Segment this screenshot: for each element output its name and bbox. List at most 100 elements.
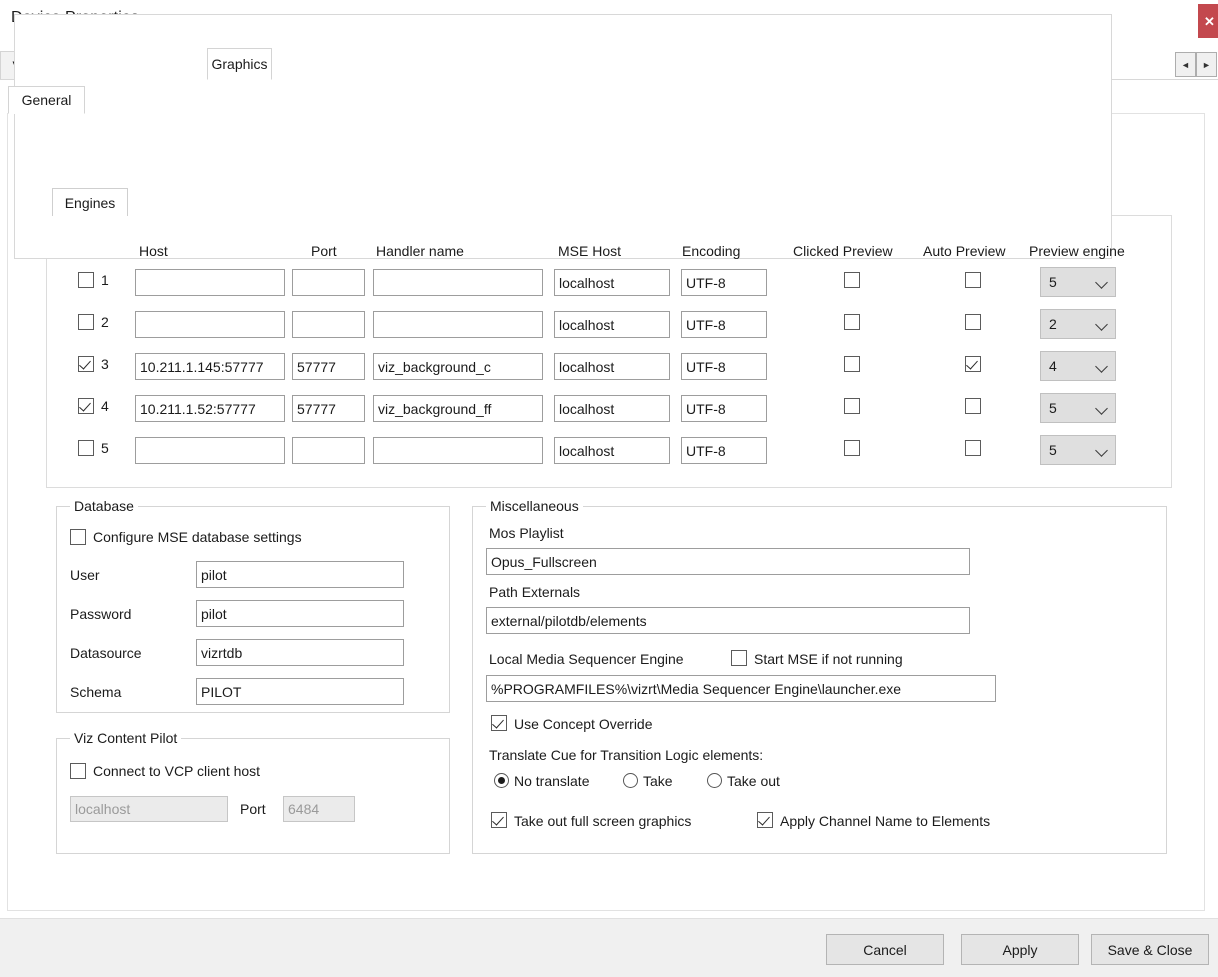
path-externals-label: Path Externals xyxy=(489,584,580,600)
column-header-handler-name: Handler name xyxy=(376,243,464,259)
subtab-general[interactable]: General xyxy=(8,86,85,114)
engine-preview-engine-value: 5 xyxy=(1049,400,1057,416)
engine-preview-engine-combobox-2[interactable]: 2 xyxy=(1040,309,1116,339)
configure-mse-database-checkbox[interactable] xyxy=(70,529,86,545)
engine-encoding-input-3[interactable] xyxy=(681,353,767,380)
engine-handler-name-input-4[interactable] xyxy=(373,395,543,422)
path-externals-input[interactable] xyxy=(486,607,970,634)
engine-port-input-2[interactable] xyxy=(292,311,365,338)
engine-port-input-3[interactable] xyxy=(292,353,365,380)
mos-playlist-input[interactable] xyxy=(486,548,970,575)
local-mse-label: Local Media Sequencer Engine xyxy=(489,651,684,667)
take-out-fullscreen-checkbox[interactable] xyxy=(491,812,507,828)
engines-tab[interactable]: Engines xyxy=(52,188,128,216)
subtab-label: General xyxy=(22,92,72,108)
engine-auto-preview-checkbox-3[interactable] xyxy=(965,356,981,372)
start-mse-label: Start MSE if not running xyxy=(754,651,903,667)
tab-graphics[interactable]: Graphics xyxy=(207,48,272,80)
engine-mse-host-input-3[interactable] xyxy=(554,353,670,380)
engine-enabled-checkbox-2[interactable] xyxy=(78,314,94,330)
save-close-button[interactable]: Save & Close xyxy=(1091,934,1209,965)
apply-button-label: Apply xyxy=(1002,942,1037,958)
engine-clicked-preview-checkbox-3[interactable] xyxy=(844,356,860,372)
engine-encoding-input-5[interactable] xyxy=(681,437,767,464)
engine-encoding-input-4[interactable] xyxy=(681,395,767,422)
engine-enabled-checkbox-4[interactable] xyxy=(78,398,94,414)
engine-host-input-2[interactable] xyxy=(135,311,285,338)
translate-radio-label-take: Take xyxy=(643,773,673,789)
engine-mse-host-input-5[interactable] xyxy=(554,437,670,464)
engine-clicked-preview-checkbox-4[interactable] xyxy=(844,398,860,414)
engine-enabled-checkbox-5[interactable] xyxy=(78,440,94,456)
engine-preview-engine-value: 5 xyxy=(1049,274,1057,290)
datasource-input[interactable] xyxy=(196,639,404,666)
column-header-port: Port xyxy=(311,243,337,259)
engine-preview-engine-combobox-3[interactable]: 4 xyxy=(1040,351,1116,381)
chevron-down-icon xyxy=(1096,360,1108,372)
close-icon: ✕ xyxy=(1198,4,1218,38)
engine-enabled-checkbox-1[interactable] xyxy=(78,272,94,288)
engine-handler-name-input-3[interactable] xyxy=(373,353,543,380)
device-properties-window: Device Properties ✕ Vision MixerVideo Se… xyxy=(0,0,1218,977)
engine-host-input-5[interactable] xyxy=(135,437,285,464)
engine-enabled-checkbox-3[interactable] xyxy=(78,356,94,372)
chevron-down-icon xyxy=(1096,444,1108,456)
chevron-down-icon xyxy=(1096,276,1108,288)
translate-radio-take[interactable] xyxy=(623,773,638,788)
engine-handler-name-input-1[interactable] xyxy=(373,269,543,296)
engines-tab-label: Engines xyxy=(65,195,116,211)
engine-port-input-4[interactable] xyxy=(292,395,365,422)
engine-encoding-input-1[interactable] xyxy=(681,269,767,296)
engine-handler-name-input-2[interactable] xyxy=(373,311,543,338)
use-concept-override-checkbox[interactable] xyxy=(491,715,507,731)
engine-host-input-4[interactable] xyxy=(135,395,285,422)
engine-encoding-input-2[interactable] xyxy=(681,311,767,338)
vcp-port-label: Port xyxy=(240,801,266,817)
engine-mse-host-input-4[interactable] xyxy=(554,395,670,422)
engine-mse-host-input-2[interactable] xyxy=(554,311,670,338)
tab-scroll-right-icon[interactable]: ► xyxy=(1196,52,1217,77)
schema-input[interactable] xyxy=(196,678,404,705)
engine-handler-name-input-5[interactable] xyxy=(373,437,543,464)
engine-port-input-1[interactable] xyxy=(292,269,365,296)
start-mse-checkbox[interactable] xyxy=(731,650,747,666)
engine-auto-preview-checkbox-1[interactable] xyxy=(965,272,981,288)
user-input[interactable] xyxy=(196,561,404,588)
translate-cue-label: Translate Cue for Transition Logic eleme… xyxy=(489,747,763,763)
translate-radio-take-out[interactable] xyxy=(707,773,722,788)
user-label: User xyxy=(70,567,100,583)
engine-clicked-preview-checkbox-2[interactable] xyxy=(844,314,860,330)
engine-row-number-5: 5 xyxy=(101,440,109,456)
connect-vcp-client-host-label: Connect to VCP client host xyxy=(93,763,260,779)
apply-channel-name-checkbox[interactable] xyxy=(757,812,773,828)
engine-auto-preview-checkbox-2[interactable] xyxy=(965,314,981,330)
engine-preview-engine-combobox-4[interactable]: 5 xyxy=(1040,393,1116,423)
engine-auto-preview-checkbox-4[interactable] xyxy=(965,398,981,414)
take-out-fullscreen-label: Take out full screen graphics xyxy=(514,813,691,829)
engine-clicked-preview-checkbox-1[interactable] xyxy=(844,272,860,288)
datasource-label: Datasource xyxy=(70,645,142,661)
connect-vcp-client-host-checkbox[interactable] xyxy=(70,763,86,779)
use-concept-override-label: Use Concept Override xyxy=(514,716,653,732)
vcp-host-input[interactable] xyxy=(70,796,228,822)
miscellaneous-title: Miscellaneous xyxy=(486,498,583,514)
apply-button[interactable]: Apply xyxy=(961,934,1079,965)
engine-port-input-5[interactable] xyxy=(292,437,365,464)
column-header-mse-host: MSE Host xyxy=(558,243,621,259)
password-input[interactable] xyxy=(196,600,404,627)
translate-radio-no-translate[interactable] xyxy=(494,773,509,788)
mse-path-input[interactable] xyxy=(486,675,996,702)
engine-preview-engine-combobox-5[interactable]: 5 xyxy=(1040,435,1116,465)
close-button[interactable]: ✕ xyxy=(1198,4,1218,38)
engine-host-input-3[interactable] xyxy=(135,353,285,380)
vcp-port-input[interactable] xyxy=(283,796,355,822)
engine-mse-host-input-1[interactable] xyxy=(554,269,670,296)
cancel-button[interactable]: Cancel xyxy=(826,934,944,965)
engine-clicked-preview-checkbox-5[interactable] xyxy=(844,440,860,456)
password-label: Password xyxy=(70,606,131,622)
engine-auto-preview-checkbox-5[interactable] xyxy=(965,440,981,456)
tab-scroll-left-icon[interactable]: ◄ xyxy=(1175,52,1196,77)
database-groupbox-title: Database xyxy=(70,498,138,514)
engine-preview-engine-combobox-1[interactable]: 5 xyxy=(1040,267,1116,297)
engine-host-input-1[interactable] xyxy=(135,269,285,296)
